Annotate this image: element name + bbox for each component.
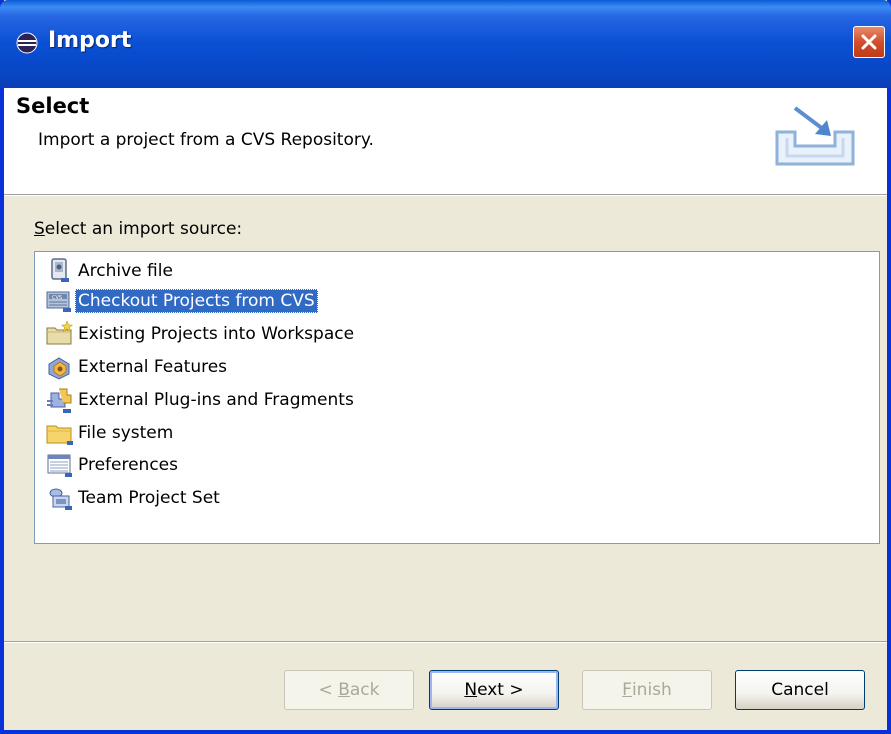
list-item-label: Preferences: [78, 455, 178, 475]
list-item-external-features[interactable]: External Features: [45, 352, 230, 382]
next-button[interactable]: Next >: [429, 670, 559, 710]
folder-icon: [45, 418, 75, 448]
plugin-icon: [45, 385, 75, 415]
page-title: Select: [16, 94, 90, 118]
import-source-label-text: elect an import source:: [44, 219, 243, 239]
project-folder-icon: [45, 319, 75, 349]
import-dialog: Import Select Import a project from a CV…: [0, 0, 891, 734]
cancel-button[interactable]: Cancel: [735, 670, 865, 710]
finish-button[interactable]: Finish: [582, 670, 712, 710]
close-icon: [861, 34, 877, 50]
list-item-checkout-cvs[interactable]: CVS Checkout Projects from CVS: [45, 286, 318, 316]
header-divider: [4, 195, 887, 196]
list-item-label: Archive file: [78, 261, 173, 281]
list-item-existing-projects[interactable]: Existing Projects into Workspace: [45, 319, 357, 349]
list-item-file-system[interactable]: File system: [45, 418, 176, 448]
list-item-label: External Features: [78, 357, 228, 377]
page-description: Import a project from a CVS Repository.: [38, 130, 374, 150]
list-item-team-project-set[interactable]: Team Project Set: [45, 483, 223, 513]
list-item-archive-file[interactable]: Archive file: [45, 256, 176, 286]
preferences-icon: [45, 450, 75, 480]
eclipse-icon: [16, 32, 38, 54]
back-button-label: ack: [349, 680, 380, 700]
list-item-label: Team Project Set: [78, 488, 220, 508]
footer-divider-highlight: [4, 642, 887, 643]
list-item-preferences[interactable]: Preferences: [45, 450, 181, 480]
back-button-mnemonic: B: [338, 680, 350, 700]
next-button-label: ext >: [477, 680, 524, 700]
wizard-header: Select Import a project from a CVS Repos…: [4, 88, 887, 195]
finish-button-mnemonic: F: [622, 680, 632, 700]
archive-file-icon: [45, 256, 75, 286]
list-item-label: External Plug-ins and Fragments: [78, 390, 354, 410]
list-item-external-plugins[interactable]: External Plug-ins and Fragments: [45, 385, 357, 415]
import-source-label-mnemonic: S: [34, 219, 45, 239]
back-button[interactable]: < Back: [284, 670, 414, 710]
list-item-label: Checkout Projects from CVS: [75, 289, 318, 313]
team-project-set-icon: [45, 483, 75, 513]
feature-icon: [45, 352, 75, 382]
import-source-list[interactable]: Archive file CVS Checkout Projects from …: [34, 251, 880, 544]
list-item-label: Existing Projects into Workspace: [78, 324, 355, 344]
finish-button-label: inish: [631, 680, 672, 700]
cvs-repository-icon: CVS: [45, 286, 75, 316]
title-bar[interactable]: Import: [0, 0, 891, 88]
svg-text:CVS: CVS: [52, 295, 62, 301]
close-button[interactable]: [853, 26, 885, 58]
next-button-mnemonic: N: [464, 680, 478, 700]
import-wizard-banner-icon: [775, 106, 855, 166]
import-source-label: Select an import source:: [34, 219, 242, 239]
list-item-label: File system: [78, 423, 174, 443]
back-button-prefix: <: [318, 680, 339, 700]
window-title: Import: [48, 28, 132, 53]
